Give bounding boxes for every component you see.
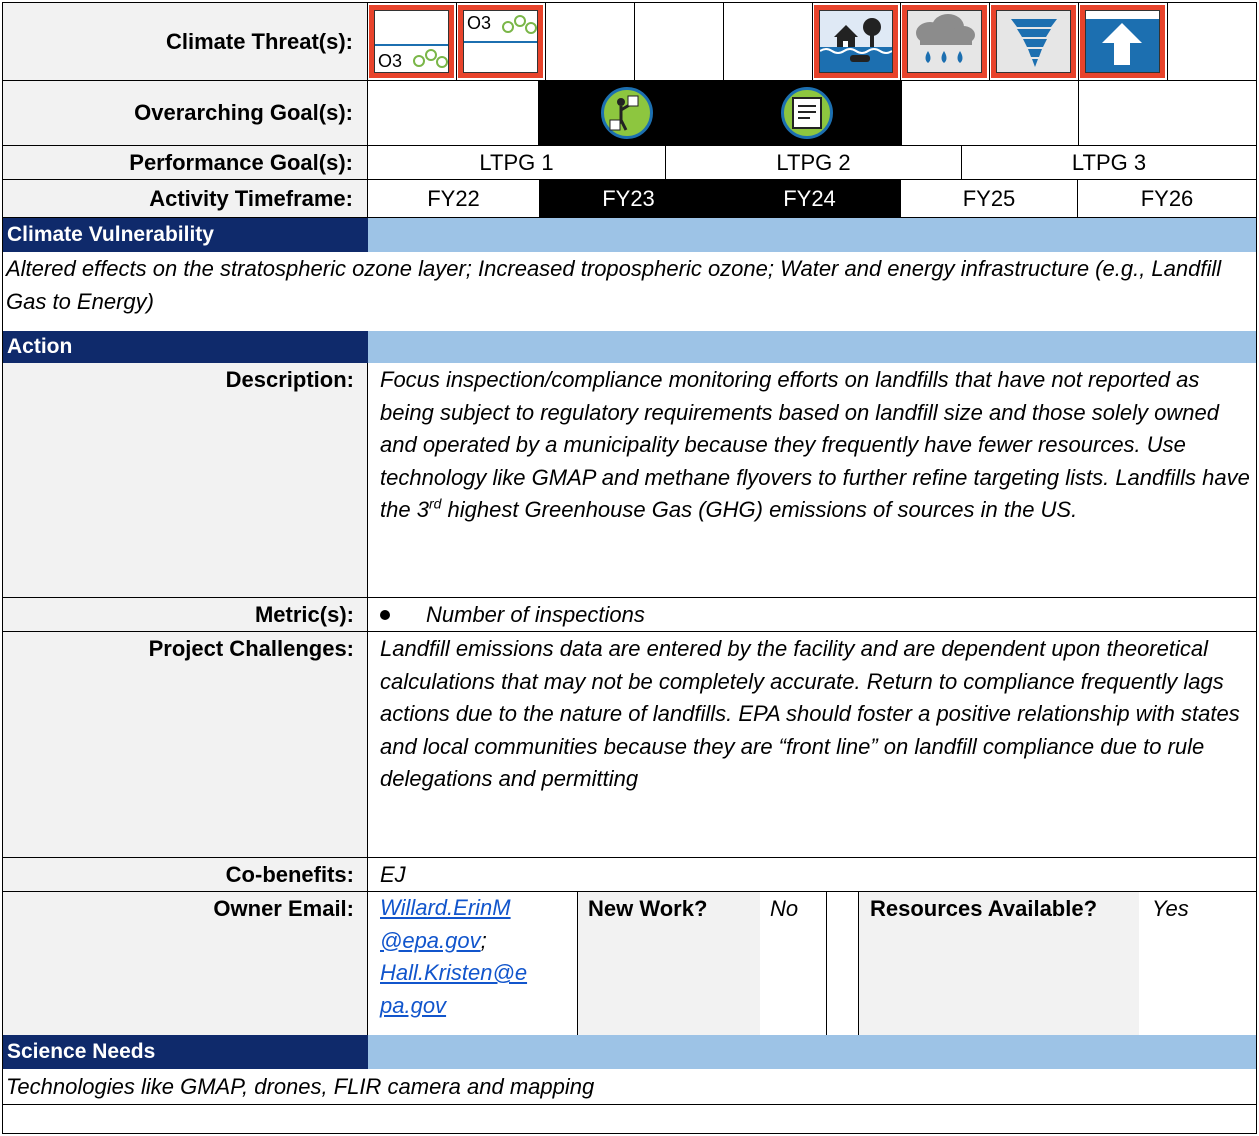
tornado-icon (991, 5, 1076, 78)
bullet-icon (380, 610, 390, 620)
owner-email-label: Owner Email: (213, 896, 354, 921)
description-text: Focus inspection/compliance monitoring e… (380, 367, 1250, 522)
cobenefits-label: Co-benefits: (225, 862, 354, 887)
climate-vulnerability-heading: Climate Vulnerability (3, 218, 368, 252)
climate-threats-label: Climate Threat(s): (3, 3, 367, 80)
overarching-goals-label: Overarching Goal(s): (3, 81, 367, 145)
regulation-document-icon (781, 87, 833, 139)
action-band (368, 331, 1256, 363)
new-work-value-text: No (770, 896, 799, 921)
compliance-inspector-icon (601, 87, 653, 139)
description-label: Description: (225, 367, 354, 392)
climate-vulnerability-text: Altered effects on the stratospheric ozo… (6, 256, 1222, 314)
ozone-tropospheric-icon: O3 (458, 5, 543, 78)
owner-label-fill (3, 923, 367, 1035)
fy23: FY23 (539, 180, 718, 217)
ozone-stratospheric-icon: O3 (369, 5, 454, 78)
precipitation-icon (902, 5, 987, 78)
performance-goals-label: Performance Goal(s): (3, 146, 367, 179)
new-work-label: New Work? (588, 896, 708, 921)
climate-vulnerability-band (368, 218, 1256, 252)
fy22: FY22 (427, 185, 480, 211)
activity-timeframe-label: Activity Timeframe: (3, 180, 367, 217)
challenges-text: Landfill emissions data are entered by t… (380, 636, 1240, 791)
flooding-icon (814, 5, 898, 78)
resources-label: Resources Available? (870, 896, 1098, 921)
science-needs-text: Technologies like GMAP, drones, FLIR cam… (6, 1074, 595, 1099)
sea-level-rise-icon (1080, 5, 1165, 78)
cobenefits-value: EJ (380, 862, 406, 887)
owner-email-list: Willard.ErinM @epa.gov; Hall.Kristen@e pa.… (380, 895, 528, 1018)
goal-cell-selected (538, 81, 902, 145)
ltpg-3: LTPG 3 (1071, 149, 1147, 175)
fy26: FY26 (1140, 185, 1194, 211)
science-needs-band (368, 1035, 1256, 1069)
owner-email-link-2[interactable]: Hall.Kristen@e pa.gov (380, 960, 527, 1018)
action-heading: Action (3, 331, 368, 363)
metrics-label: Metric(s): (254, 602, 354, 627)
fy24: FY24 (718, 180, 901, 217)
ltpg-2: LTPG 2 (776, 149, 851, 175)
goal-cell-empty-1 (368, 81, 538, 145)
spacer-cell (827, 892, 858, 1035)
ltpg-1: LTPG 1 (479, 149, 554, 175)
metric-item: Number of inspections (426, 602, 645, 627)
resources-value: Yes (1152, 896, 1189, 921)
science-needs-heading: Science Needs (3, 1035, 368, 1069)
owner-email-link-1[interactable]: Willard.ErinM @epa.gov (380, 895, 511, 953)
fy25: FY25 (962, 185, 1016, 211)
challenges-label: Project Challenges: (148, 636, 354, 661)
